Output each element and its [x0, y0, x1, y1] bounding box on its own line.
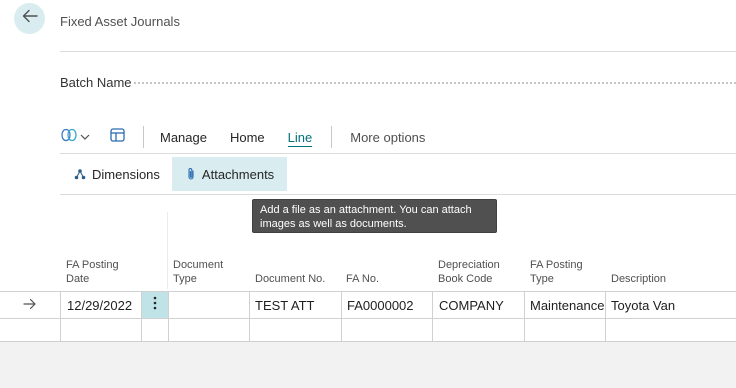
- cell-fa-no[interactable]: FA0000002: [347, 298, 414, 313]
- more-vertical-icon: [153, 296, 157, 315]
- copilot-menu-button[interactable]: [60, 127, 90, 148]
- layout-button[interactable]: [110, 127, 125, 147]
- col-header-description[interactable]: Description: [611, 272, 666, 286]
- cell-depreciation-book-code[interactable]: COMPANY: [439, 298, 504, 313]
- col-header-fa-no[interactable]: FA No.: [346, 272, 379, 286]
- chevron-down-icon: [80, 134, 90, 140]
- col-header-line: Document No.: [255, 273, 326, 285]
- divider: [60, 153, 736, 154]
- column-divider: [167, 212, 168, 289]
- batch-name-field[interactable]: [134, 82, 736, 84]
- back-button[interactable]: [14, 3, 45, 34]
- cell-description[interactable]: Toyota Van: [611, 298, 675, 313]
- tab-manage[interactable]: Manage: [160, 130, 207, 145]
- attachments-button[interactable]: Attachments: [171, 157, 288, 191]
- col-header-line: Depreciation: [438, 259, 500, 271]
- attachments-label: Attachments: [201, 166, 275, 182]
- col-header-document-no[interactable]: Document No.: [255, 272, 325, 286]
- col-header-line: Book Code: [438, 273, 493, 285]
- paperclip-icon: [186, 167, 196, 181]
- col-header-line: FA Posting: [530, 259, 583, 271]
- col-header-document-type[interactable]: Document Type: [173, 258, 223, 286]
- col-header-fa-posting-type[interactable]: FA Posting Type: [530, 258, 583, 286]
- attachments-tooltip: Add a file as an attachment. You can att…: [252, 199, 497, 233]
- col-header-line: Type: [173, 273, 197, 285]
- divider: [60, 51, 736, 52]
- col-header-line: FA Posting: [66, 259, 119, 271]
- cell-fa-posting-date[interactable]: 12/29/2022: [67, 298, 132, 313]
- cell-fa-posting-type[interactable]: Maintenance: [530, 298, 604, 313]
- table-row-empty[interactable]: [60, 319, 736, 341]
- batch-name-label: Batch Name: [60, 75, 132, 90]
- col-header-line: Document: [173, 259, 224, 271]
- dimensions-icon: [74, 168, 86, 180]
- copilot-icon: [60, 127, 78, 148]
- page-title: Fixed Asset Journals: [60, 14, 180, 29]
- col-header-line: Date: [66, 273, 90, 285]
- more-options-button[interactable]: More options: [350, 130, 425, 145]
- layout-icon: [110, 127, 125, 147]
- cell-document-no[interactable]: TEST ATT: [255, 298, 314, 313]
- col-header-depreciation-book-code[interactable]: Depreciation Book Code: [438, 258, 500, 286]
- col-header-line: Type: [530, 273, 554, 285]
- col-header-line: Description: [611, 273, 667, 285]
- arrow-left-icon: [22, 9, 38, 28]
- tab-home[interactable]: Home: [230, 130, 265, 145]
- dimensions-label: Dimensions: [92, 166, 160, 182]
- col-header-fa-posting-date[interactable]: FA Posting Date: [66, 258, 119, 286]
- col-header-line: FA No.: [346, 273, 380, 285]
- line-actions: Dimensions Attachments: [60, 157, 288, 191]
- grid-border: [0, 291, 736, 292]
- row-menu-button[interactable]: [142, 292, 168, 318]
- tab-line[interactable]: Line: [287, 130, 313, 147]
- page-footer-area: [0, 342, 736, 388]
- toolbar-separator: [143, 126, 144, 148]
- dimensions-button[interactable]: Dimensions: [60, 157, 172, 191]
- toolbar-separator: [331, 126, 333, 148]
- arrow-right-icon: [23, 297, 37, 315]
- divider: [60, 194, 736, 195]
- action-toolbar: Manage Home Line More options: [60, 124, 425, 150]
